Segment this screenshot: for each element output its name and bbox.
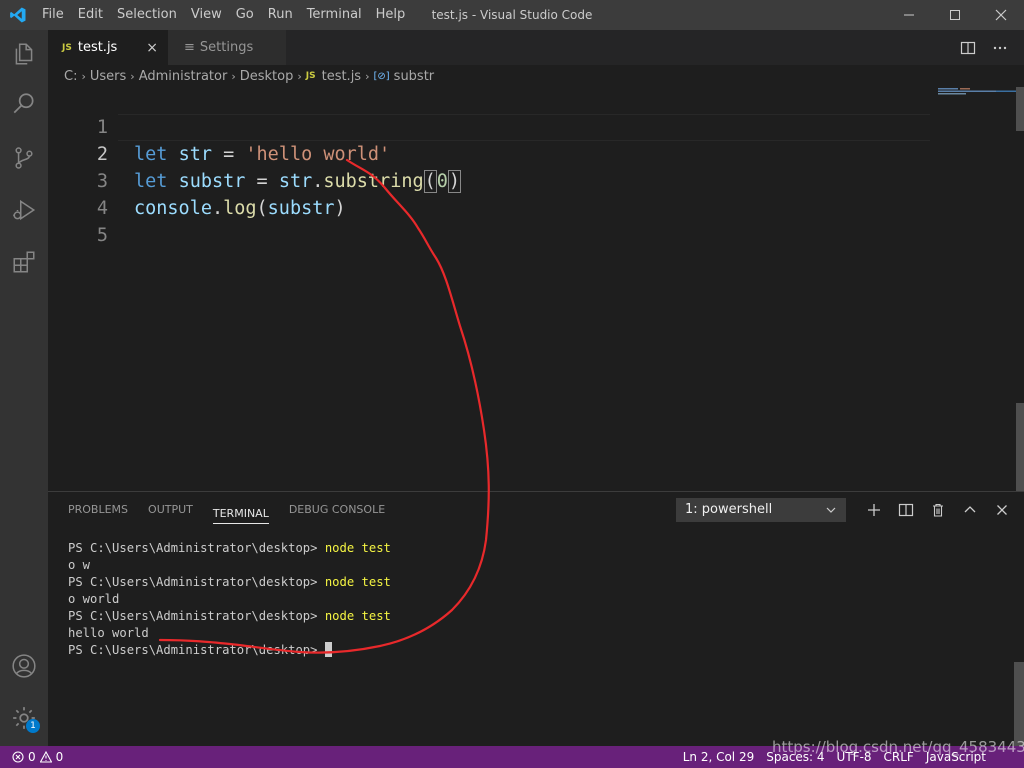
menu-view[interactable]: View xyxy=(184,0,229,30)
menu-go[interactable]: Go xyxy=(229,0,261,30)
problems-status[interactable]: 0 0 xyxy=(12,750,63,764)
js-file-icon: JS xyxy=(62,42,72,53)
manage-gear-icon[interactable]: 1 xyxy=(0,694,48,742)
panel-actions xyxy=(866,498,1010,522)
terminal-select[interactable]: 1: powershell xyxy=(676,498,846,522)
chevron-up-icon[interactable] xyxy=(962,502,978,518)
error-count: 0 xyxy=(28,750,36,764)
more-actions-icon[interactable] xyxy=(992,40,1008,56)
code-line: 4 xyxy=(48,168,930,219)
editor-scrollbar[interactable] xyxy=(1014,87,1024,491)
tab-close-icon[interactable]: × xyxy=(146,40,158,56)
bottom-panel: PROBLEMS OUTPUT TERMINAL DEBUG CONSOLE 1… xyxy=(48,491,1024,746)
title-bar: File Edit Selection View Go Run Terminal… xyxy=(0,0,1024,30)
breadcrumb-separator: › xyxy=(130,69,135,83)
watermark: https://blog.csdn.net/qq_45834433 xyxy=(772,738,1024,756)
breadcrumb: C: › Users › Administrator › Desktop › J… xyxy=(48,65,1024,87)
close-panel-icon[interactable] xyxy=(994,502,1010,518)
account-icon[interactable] xyxy=(0,642,48,690)
chevron-down-icon xyxy=(825,499,837,529)
menu-edit[interactable]: Edit xyxy=(71,0,110,30)
split-terminal-icon[interactable] xyxy=(898,502,914,518)
editor-tab-bar: JS test.js × ≡ Settings xyxy=(48,30,1024,65)
warning-icon xyxy=(39,751,52,763)
breadcrumb-item[interactable]: Users xyxy=(90,69,126,84)
breadcrumb-separator: › xyxy=(365,69,370,83)
scrollbar-thumb[interactable] xyxy=(1016,87,1024,131)
terminal-scrollbar[interactable] xyxy=(1014,662,1024,746)
settings-file-icon: ≡ xyxy=(184,40,195,55)
breadcrumb-separator: › xyxy=(231,69,236,83)
new-terminal-plus-icon[interactable] xyxy=(866,502,882,518)
menu-file[interactable]: File xyxy=(35,0,71,30)
warning-count: 0 xyxy=(55,750,64,764)
minimize-button[interactable] xyxy=(886,0,932,30)
tab-output[interactable]: OUTPUT xyxy=(148,492,193,528)
scrollbar-thumb[interactable] xyxy=(1016,403,1024,491)
menu-help[interactable]: Help xyxy=(369,0,413,30)
code-editor[interactable]: 1 let str = 'hello world' 2 let substr =… xyxy=(48,87,1024,491)
line-number: 5 xyxy=(96,225,108,246)
tab-terminal[interactable]: TERMINAL xyxy=(212,496,269,524)
terminal-line: PS C:\Users\Administrator\desktop> node … xyxy=(68,541,391,555)
tab-label: test.js xyxy=(77,40,118,55)
editor-actions xyxy=(960,30,1008,65)
maximize-icon xyxy=(950,10,960,20)
run-debug-icon[interactable] xyxy=(0,186,48,234)
tab-label: Settings xyxy=(199,40,254,55)
window-controls xyxy=(886,0,1024,30)
terminal-line: o world xyxy=(68,592,120,606)
explorer-icon[interactable] xyxy=(0,30,48,78)
terminal-select-value: 1: powershell xyxy=(685,502,773,517)
panel-tabs: PROBLEMS OUTPUT TERMINAL DEBUG CONSOLE xyxy=(68,492,385,528)
breadcrumb-item[interactable]: Administrator xyxy=(139,69,228,84)
terminal-line: PS C:\Users\Administrator\desktop> xyxy=(68,642,391,659)
menu-selection[interactable]: Selection xyxy=(110,0,184,30)
breadcrumb-file[interactable]: test.js xyxy=(322,69,361,84)
js-file-icon: JS xyxy=(305,71,316,81)
search-icon[interactable] xyxy=(0,80,48,128)
code-line: 3 console.log(substr) xyxy=(48,141,930,219)
maximize-button[interactable] xyxy=(932,0,978,30)
variable-symbol-icon: [⊘] xyxy=(373,70,390,82)
breadcrumb-separator: › xyxy=(297,69,302,83)
minimize-icon xyxy=(904,14,914,16)
update-badge: 1 xyxy=(26,719,40,733)
breadcrumb-item[interactable]: Desktop xyxy=(240,69,294,84)
code-line: 2 let substr = str.substring(0) xyxy=(48,114,930,193)
breadcrumb-item[interactable]: C: xyxy=(64,69,77,84)
tab-debug-console[interactable]: DEBUG CONSOLE xyxy=(289,492,385,528)
menu-bar: File Edit Selection View Go Run Terminal… xyxy=(35,0,412,30)
code-line: 1 let str = 'hello world' xyxy=(48,87,930,165)
extensions-icon[interactable] xyxy=(0,238,48,286)
terminal-cursor xyxy=(324,642,332,657)
menu-terminal[interactable]: Terminal xyxy=(300,0,369,30)
cursor-position[interactable]: Ln 2, Col 29 xyxy=(683,750,755,764)
terminal-line: PS C:\Users\Administrator\desktop> node … xyxy=(68,609,391,623)
code-line: 5 xyxy=(48,195,930,246)
terminal-line: hello world xyxy=(68,626,149,640)
terminal-line: PS C:\Users\Administrator\desktop> node … xyxy=(68,575,391,589)
trash-icon[interactable] xyxy=(930,502,946,518)
minimap[interactable] xyxy=(938,87,1018,97)
tab-settings[interactable]: ≡ Settings xyxy=(168,30,286,65)
menu-run[interactable]: Run xyxy=(261,0,300,30)
activity-bar: 1 xyxy=(0,30,48,746)
breadcrumb-separator: › xyxy=(81,69,86,83)
terminal-line: o w xyxy=(68,558,91,572)
terminal-output[interactable]: PS C:\Users\Administrator\desktop> node … xyxy=(68,540,391,659)
breadcrumb-symbol[interactable]: substr xyxy=(394,69,434,84)
error-icon xyxy=(12,751,24,763)
close-icon xyxy=(995,9,1007,21)
split-editor-icon[interactable] xyxy=(960,40,976,56)
source-control-icon[interactable] xyxy=(0,134,48,182)
tab-problems[interactable]: PROBLEMS xyxy=(68,492,128,528)
tab-test-js[interactable]: JS test.js × xyxy=(48,30,168,65)
vscode-logo-icon xyxy=(0,0,35,30)
close-window-button[interactable] xyxy=(978,0,1024,30)
